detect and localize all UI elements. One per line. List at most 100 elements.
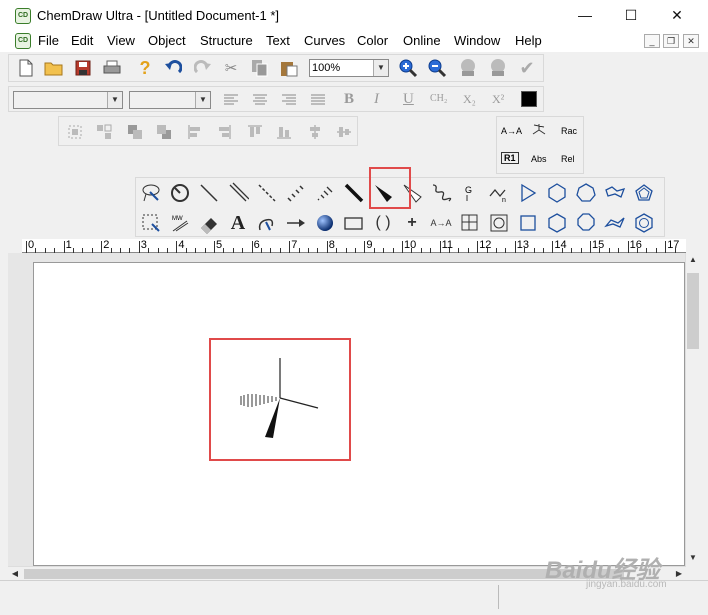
align-vertical-centers-icon[interactable] (307, 124, 323, 143)
charge-tool[interactable]: + (398, 209, 426, 237)
text-tool[interactable]: A (224, 209, 252, 237)
stereo-center-icon[interactable] (531, 122, 547, 141)
brackets-tool[interactable]: ( ) (369, 209, 397, 237)
structure-to-name-icon[interactable] (457, 57, 479, 79)
rotate-tool[interactable] (166, 179, 194, 207)
eraser-tool[interactable] (195, 209, 223, 237)
chain-tool[interactable]: G (456, 179, 484, 207)
align-tops-icon[interactable] (247, 124, 263, 143)
copy-icon[interactable] (249, 57, 271, 79)
chevron-down-icon[interactable]: ▼ (107, 92, 122, 108)
bold-button[interactable]: B (344, 91, 354, 108)
align-center-icon[interactable] (252, 93, 268, 110)
zoom-out-icon[interactable] (426, 57, 448, 79)
maximize-button[interactable]: ☐ (608, 0, 654, 30)
vertical-scrollbar[interactable]: ▲ ▼ (685, 253, 700, 566)
menu-help[interactable]: Help (515, 33, 542, 48)
cyclooctane-tool[interactable] (572, 209, 600, 237)
scroll-down-button[interactable]: ▼ (686, 551, 700, 565)
subscript-button[interactable]: X₂ (463, 92, 476, 107)
cyclopentadiene-tool[interactable] (630, 179, 658, 207)
font-select[interactable]: ▼ (13, 91, 123, 109)
r1-button[interactable]: R1 (501, 152, 519, 164)
close-button[interactable]: ✕ (654, 0, 700, 30)
orbital-tool[interactable] (311, 209, 339, 237)
acyclic-chain-tool[interactable]: n (485, 179, 513, 207)
double-bond-tool[interactable] (224, 179, 252, 207)
name-to-structure-icon[interactable] (487, 57, 509, 79)
vertical-scroll-thumb[interactable] (687, 273, 699, 349)
bring-to-front-icon[interactable] (127, 124, 143, 143)
menu-file[interactable]: File (38, 33, 59, 48)
align-horizontal-centers-icon[interactable] (336, 124, 352, 143)
menu-curves[interactable]: Curves (304, 33, 345, 48)
formula-button[interactable]: CH₂ (430, 93, 447, 104)
cyclopropane-tool[interactable] (514, 179, 542, 207)
cut-icon[interactable]: ✂ (220, 57, 242, 79)
align-bottoms-icon[interactable] (276, 124, 292, 143)
menu-view[interactable]: View (107, 33, 135, 48)
hashed-bond-tool[interactable] (282, 179, 310, 207)
size-select[interactable]: ▼ (129, 91, 211, 109)
redo-icon[interactable] (192, 57, 214, 79)
mdi-minimize-button[interactable]: _ (644, 34, 660, 48)
solid-bond-tool[interactable] (195, 179, 223, 207)
justify-icon[interactable] (310, 93, 326, 110)
relative-button[interactable]: Rel (561, 154, 575, 164)
table-tool[interactable] (456, 209, 484, 237)
cycloheptane-tool[interactable] (572, 179, 600, 207)
paste-icon[interactable] (278, 57, 300, 79)
chevron-down-icon[interactable]: ▼ (195, 92, 210, 108)
menu-color[interactable]: Color (357, 33, 388, 48)
print-icon[interactable] (101, 57, 123, 79)
scroll-left-button[interactable]: ◀ (8, 567, 22, 581)
mdi-close-button[interactable]: ✕ (683, 34, 699, 48)
undo-icon[interactable] (162, 57, 184, 79)
menu-structure[interactable]: Structure (200, 33, 253, 48)
zoom-select[interactable]: 100% ▼ (309, 59, 389, 77)
new-document-icon[interactable] (15, 57, 37, 79)
arrow-tool[interactable] (282, 209, 310, 237)
zoom-in-icon[interactable] (397, 57, 419, 79)
chevron-down-icon[interactable]: ▼ (373, 60, 388, 76)
racemic-button[interactable]: Rac (561, 126, 577, 136)
scroll-up-button[interactable]: ▲ (686, 253, 700, 267)
dashed-bond-tool[interactable] (253, 179, 281, 207)
save-icon[interactable] (72, 57, 94, 79)
drawing-elements-tool[interactable] (340, 209, 368, 237)
help-icon[interactable]: ? (134, 57, 156, 79)
absolute-button[interactable]: Abs (531, 154, 547, 164)
mdi-restore-button[interactable]: ❐ (663, 34, 679, 48)
lasso-tool[interactable] (137, 179, 165, 207)
menu-object[interactable]: Object (148, 33, 186, 48)
superscript-button[interactable]: X² (492, 92, 504, 107)
drawing-page[interactable] (33, 262, 685, 566)
cyclohexane-chair-tool[interactable] (601, 179, 629, 207)
document-icon[interactable]: CD (15, 33, 31, 49)
chemdraw-app-icon[interactable]: CD (15, 8, 31, 24)
underline-button[interactable]: U (403, 91, 414, 108)
cyclohexane-tool[interactable] (543, 209, 571, 237)
reaction-arrow-tool[interactable]: A→A (427, 209, 455, 237)
cyclohexane-chair2-tool[interactable] (601, 209, 629, 237)
wavy-bond-tool[interactable] (427, 179, 455, 207)
hashed-wedge-tool[interactable] (311, 179, 339, 207)
scroll-right-button[interactable]: ▶ (672, 567, 686, 581)
bold-bond-tool[interactable] (340, 179, 368, 207)
menu-edit[interactable]: Edit (71, 33, 93, 48)
minimize-button[interactable]: — (562, 0, 608, 30)
menu-online[interactable]: Online (403, 33, 441, 48)
pen-tool[interactable] (253, 209, 281, 237)
align-left-icon[interactable] (223, 93, 239, 110)
check-structure-icon[interactable]: ✔ (516, 57, 538, 79)
marquee-tool[interactable] (137, 209, 165, 237)
cyclobutane-tool[interactable] (514, 209, 542, 237)
ungroup-icon[interactable] (96, 124, 112, 143)
benzene-tool[interactable] (630, 209, 658, 237)
mass-fragment-tool[interactable]: MW (166, 209, 194, 237)
align-rights-icon[interactable] (216, 124, 232, 143)
menu-window[interactable]: Window (454, 33, 500, 48)
templates-tool[interactable] (485, 209, 513, 237)
cyclopentane-tool[interactable] (543, 179, 571, 207)
open-folder-icon[interactable] (43, 57, 65, 79)
